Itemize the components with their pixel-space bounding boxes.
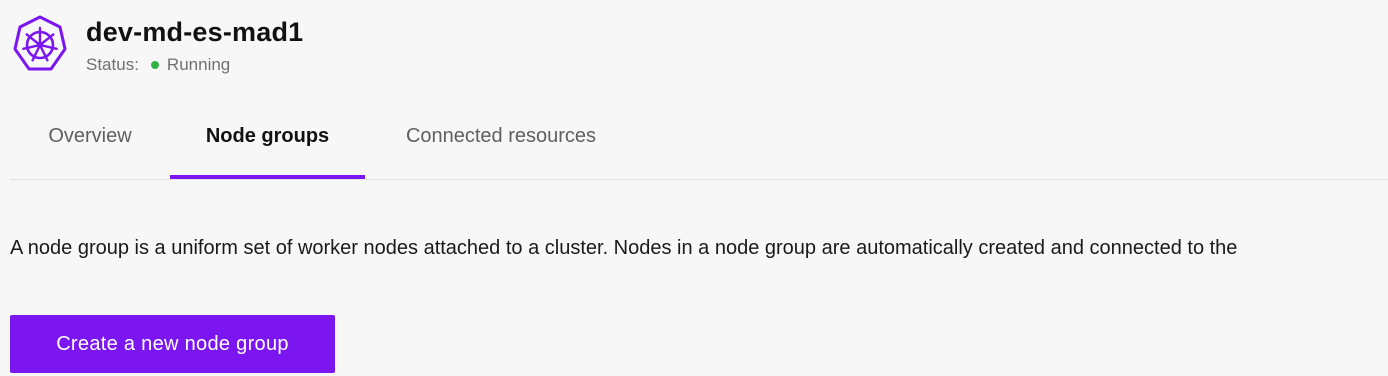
status-value: Running bbox=[166, 55, 231, 74]
tab-node-groups[interactable]: Node groups bbox=[170, 107, 365, 179]
cluster-name: dev-md-es-mad1 bbox=[86, 17, 304, 47]
cluster-title-block: dev-md-es-mad1 Status: Running bbox=[86, 15, 303, 76]
cluster-header: dev-md-es-mad1 Status: Running bbox=[12, 14, 303, 78]
tab-connected-resources[interactable]: Connected resources bbox=[365, 107, 637, 178]
cluster-status: Status: Running bbox=[86, 54, 303, 76]
cluster-node-groups-page: dev-md-es-mad1 Status: Running Overview … bbox=[0, 0, 1388, 376]
status-dot-icon bbox=[150, 61, 159, 69]
create-node-group-button[interactable]: Create a new node group bbox=[10, 315, 335, 373]
node-group-description: A node group is a uniform set of worker … bbox=[10, 237, 1238, 259]
tab-bar: Overview Node groups Connected resources bbox=[10, 107, 1388, 180]
tab-overview[interactable]: Overview bbox=[10, 107, 170, 178]
kubernetes-icon bbox=[13, 15, 67, 71]
status-label: Status: bbox=[86, 55, 139, 74]
